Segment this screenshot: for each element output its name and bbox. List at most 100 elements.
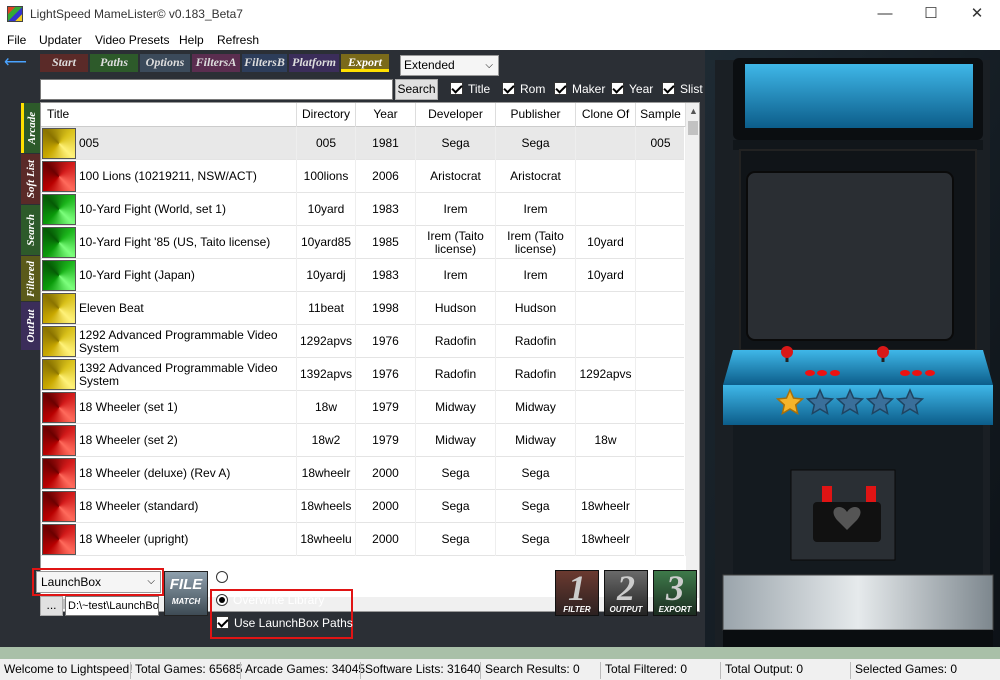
cell-directory: 18w2 [297, 424, 356, 457]
close-button[interactable]: ✕ [954, 0, 1000, 30]
step-number: 1 [568, 568, 586, 608]
minimize-button[interactable]: — [862, 0, 908, 30]
cell-title: 1392 Advanced Programmable Video System [77, 358, 297, 391]
side-tab-filtered[interactable]: Filtered [21, 256, 40, 301]
output-step-button[interactable]: 2 OUTPUT [604, 570, 648, 616]
cell-directory: 10yard85 [297, 226, 356, 259]
menu-help[interactable]: Help [179, 33, 204, 47]
menu-updater[interactable]: Updater [39, 33, 82, 47]
cell-title: 10-Yard Fight '85 (US, Taito license) [77, 226, 297, 259]
cell-directory: 11beat [297, 292, 356, 325]
platform-select[interactable]: LaunchBox ⌵ [36, 571, 161, 593]
scroll-thumb[interactable] [688, 121, 698, 135]
view-select-value: Extended [404, 58, 455, 72]
table-row[interactable]: 10-Yard Fight (Japan) 10yardj 1983 Irem Irem… [41, 259, 686, 292]
radio-merge-library[interactable]: Merge to Library [216, 570, 320, 586]
browse-button[interactable]: ... [40, 596, 63, 616]
step-number: 3 [666, 568, 684, 608]
view-select[interactable]: Extended ⌵ [400, 55, 499, 76]
cell-year: 1983 [356, 259, 416, 292]
back-arrow-icon[interactable]: ⟵ [4, 52, 27, 72]
column-title[interactable]: Title [41, 103, 297, 127]
file-match-button[interactable]: FILE MATCH [164, 571, 208, 616]
path-input[interactable]: D:\~test\LaunchBox [65, 596, 159, 616]
cell-sample [636, 292, 686, 325]
radio-empty-icon [216, 571, 228, 583]
tab-export[interactable]: Export [341, 54, 389, 72]
table-row[interactable]: 18 Wheeler (standard) 18wheels 2000 Sega Seg… [41, 490, 686, 523]
checkbox-year[interactable]: Year [611, 82, 653, 98]
cell-title: 005 [77, 127, 297, 160]
menu-refresh[interactable]: Refresh [217, 33, 259, 47]
cell-year: 2000 [356, 457, 416, 490]
checkbox-title[interactable]: Title [450, 82, 490, 98]
checkbox-use-launchbox-paths[interactable]: Use LaunchBox Paths [216, 616, 353, 632]
tab-start[interactable]: Start [40, 54, 88, 72]
search-input[interactable] [40, 79, 393, 100]
table-row[interactable]: 10-Yard Fight '85 (US, Taito license) 10y… [41, 226, 686, 259]
search-button[interactable]: Search [395, 79, 438, 100]
menu-video-presets[interactable]: Video Presets [95, 33, 170, 47]
checkbox-checked-icon [450, 82, 463, 95]
maximize-button[interactable]: ☐ [908, 0, 954, 30]
side-tab-soft-list[interactable]: Soft List [21, 154, 40, 204]
column-publisher[interactable]: Publisher [496, 103, 576, 127]
status-search-results: Search Results: 0 [480, 662, 580, 679]
table-row[interactable]: Eleven Beat 11beat 1998 Hudson Hudson [41, 292, 686, 325]
main-panel: ⟵ Start Paths Options FiltersA FiltersB … [0, 50, 1000, 647]
column-developer[interactable]: Developer [416, 103, 496, 127]
column-clone-of[interactable]: Clone Of [576, 103, 636, 127]
table-row[interactable]: 18 Wheeler (set 2) 18w2 1979 Midway Midway 18… [41, 424, 686, 457]
checkbox-maker[interactable]: Maker [554, 82, 605, 98]
column-sample[interactable]: Sample ... [636, 103, 686, 143]
game-thumbnail-icon [42, 425, 76, 456]
checkbox-slist[interactable]: Slist [662, 82, 703, 98]
table-row[interactable]: 005 005 1981 Sega Sega 005 [41, 127, 686, 160]
game-thumbnail-icon [42, 326, 76, 357]
app-icon [7, 6, 23, 22]
side-tab-search[interactable]: Search [21, 205, 40, 255]
table-row[interactable]: 1292 Advanced Programmable Video System 1… [41, 325, 686, 358]
scroll-up-icon[interactable]: ▲ [689, 106, 698, 116]
chevron-down-icon: ⌵ [147, 576, 155, 587]
cell-year: 1985 [356, 226, 416, 259]
column-directory[interactable]: Directory [297, 103, 356, 127]
checkbox-label: Rom [520, 82, 546, 96]
checkbox-checked-icon [502, 82, 515, 95]
cell-directory: 18w [297, 391, 356, 424]
tab-options[interactable]: Options [140, 54, 190, 72]
cell-directory: 005 [297, 127, 356, 160]
cell-developer: Midway [416, 424, 496, 457]
radio-overwrite-library[interactable]: Overwrite Library [216, 593, 324, 609]
table-row[interactable]: 100 Lions (10219211, NSW/ACT) 100lions 200… [41, 160, 686, 193]
side-tab-output[interactable]: OutPut [21, 302, 40, 350]
checkbox-rom[interactable]: Rom [502, 82, 545, 98]
cell-developer: Irem (Taito license) [416, 226, 496, 259]
title-bar: LightSpeed MameLister© v0.183_Beta7 — ☐ … [0, 0, 1000, 30]
filter-step-button[interactable]: 1 FILTER [555, 570, 599, 616]
cell-publisher: Sega [496, 490, 576, 523]
cell-sample [636, 325, 686, 358]
table-row[interactable]: 1392 Advanced Programmable Video System 1… [41, 358, 686, 391]
table-row[interactable]: 10-Yard Fight (World, set 1) 10yard 1983 Ir… [41, 193, 686, 226]
side-tab-label: Arcade [26, 111, 38, 145]
cell-title: 18 Wheeler (standard) [77, 490, 297, 523]
cell-title: 10-Yard Fight (World, set 1) [77, 193, 297, 226]
table-row[interactable]: 18 Wheeler (set 1) 18w 1979 Midway Midway [41, 391, 686, 424]
tab-paths[interactable]: Paths [90, 54, 138, 72]
side-tab-arcade[interactable]: Arcade [21, 103, 40, 153]
table-row[interactable]: 18 Wheeler (upright) 18wheelu 2000 Sega Sega… [41, 523, 686, 556]
cell-publisher: Midway [496, 424, 576, 457]
tab-platform[interactable]: Platform [289, 54, 339, 72]
step-number: 2 [617, 568, 635, 608]
cell-year: 1976 [356, 325, 416, 358]
vertical-scrollbar[interactable]: ▲ ▼ [686, 103, 699, 598]
menu-file[interactable]: File [7, 33, 26, 47]
game-thumbnail-icon [42, 227, 76, 258]
tab-filtersb[interactable]: FiltersB [242, 54, 287, 72]
export-step-button[interactable]: 3 EXPORT [653, 570, 697, 616]
tab-filtersa[interactable]: FiltersA [192, 54, 240, 72]
table-row[interactable]: 18 Wheeler (deluxe) (Rev A) 18wheelr 2000 S… [41, 457, 686, 490]
status-total-filtered: Total Filtered: 0 [600, 662, 687, 679]
column-year[interactable]: Year [356, 103, 416, 127]
